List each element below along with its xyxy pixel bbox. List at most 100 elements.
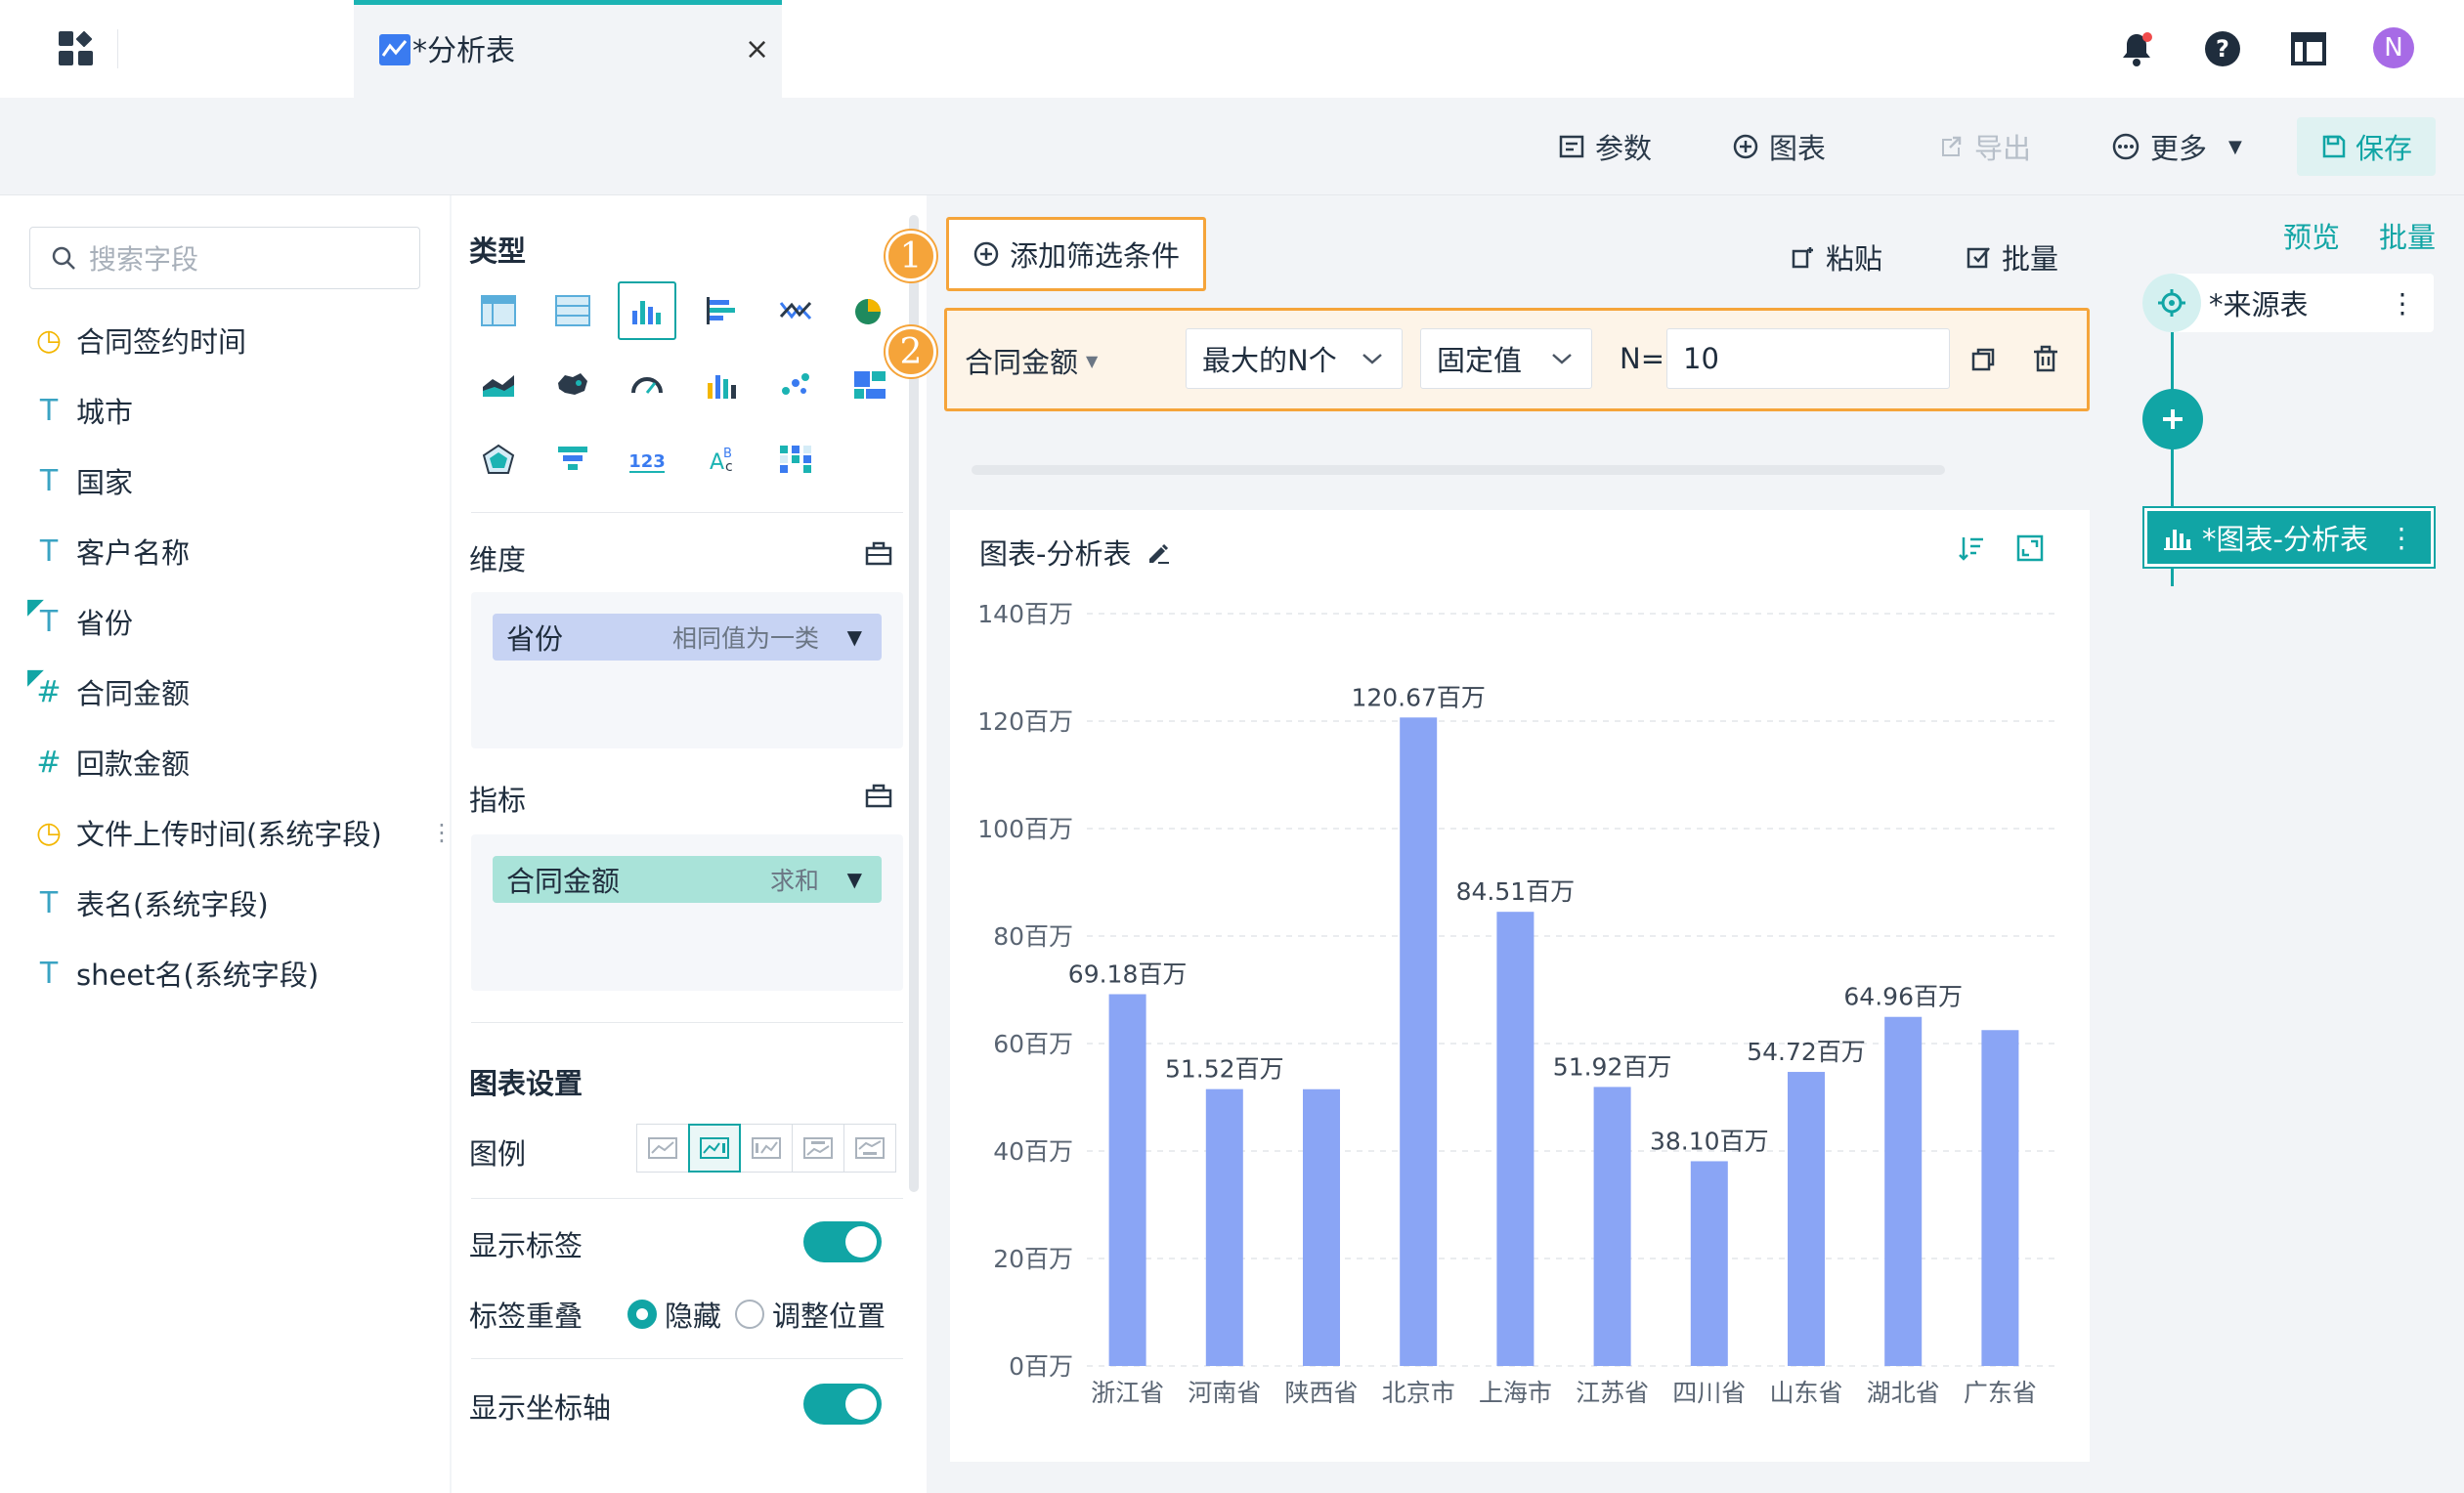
field-label: 合同金额: [76, 677, 191, 710]
word-cloud-icon[interactable]: ABc: [692, 430, 751, 489]
metric-dropzone[interactable]: 合同金额 求和 ▼: [471, 834, 903, 991]
heatmap-icon[interactable]: [766, 430, 825, 489]
plus-circle-icon: [1733, 134, 1758, 159]
divider: [471, 1358, 903, 1359]
edited-text-type-icon: T ◤: [27, 594, 59, 639]
data-label: 51.52百万: [1165, 1055, 1284, 1084]
svg-text:c: c: [725, 459, 733, 475]
legend-right-option[interactable]: [688, 1124, 741, 1173]
filter-mode-select[interactable]: 最大的N个: [1186, 328, 1403, 389]
data-label: 64.96百万: [1843, 983, 1963, 1011]
step-badge-1-text: 1: [899, 235, 923, 277]
paste-button[interactable]: 粘贴: [1789, 236, 1882, 277]
show-axis-toggle[interactable]: [803, 1384, 882, 1425]
layout-icon[interactable]: [2289, 29, 2328, 68]
search-input[interactable]: 搜索字段: [29, 227, 420, 289]
more-button[interactable]: 更多 ▼: [2111, 127, 2242, 166]
legend-bottom-option[interactable]: [843, 1124, 896, 1173]
combo-chart-icon[interactable]: [692, 356, 751, 414]
n-value-input[interactable]: 10: [1666, 328, 1950, 389]
toolbox-icon[interactable]: [864, 539, 893, 567]
gauge-icon[interactable]: [618, 356, 676, 414]
field-item[interactable]: T ◤ 省份: [27, 594, 133, 643]
metric-pill[interactable]: 合同金额 求和 ▼: [493, 856, 882, 903]
add-chart-button[interactable]: 图表: [1732, 127, 1826, 166]
chart-node[interactable]: *图表-分析表 ⋮: [2144, 508, 2434, 567]
show-label-toggle[interactable]: [803, 1221, 882, 1262]
legend-top-option[interactable]: [792, 1124, 844, 1173]
y-tick-label: 0百万: [1009, 1352, 1073, 1381]
legend-left-option[interactable]: [740, 1124, 793, 1173]
field-item[interactable]: T sheet名(系统字段): [35, 952, 319, 995]
caret-down-icon[interactable]: ▼: [847, 868, 862, 891]
radio-hide[interactable]: 隐藏: [627, 1294, 721, 1335]
more-vertical-icon[interactable]: ⋮: [2389, 287, 2416, 320]
field-item[interactable]: ◷ 合同签约时间: [35, 319, 246, 362]
pie-chart-icon[interactable]: [841, 281, 899, 340]
edited-number-type-icon: # ◤: [27, 664, 62, 709]
divider: [117, 29, 118, 68]
toolbox-icon[interactable]: [864, 782, 893, 809]
save-button[interactable]: 保存: [2297, 117, 2436, 176]
radio-adjust[interactable]: 调整位置: [735, 1294, 886, 1335]
radar-icon[interactable]: [469, 430, 528, 489]
kpi-number-icon[interactable]: 123: [618, 430, 676, 489]
horizontal-scrollbar[interactable]: [972, 465, 1945, 475]
export-button[interactable]: 导出: [1937, 127, 2031, 166]
legend-none-option[interactable]: [636, 1124, 689, 1173]
bell-icon[interactable]: [2117, 29, 2156, 68]
data-label: 38.10百万: [1650, 1127, 1769, 1155]
area-chart-icon[interactable]: [469, 356, 528, 414]
batch-link[interactable]: 批量: [2379, 215, 2436, 256]
field-item[interactable]: T 国家: [35, 459, 133, 502]
avatar-letter: N: [2384, 33, 2403, 63]
field-item[interactable]: T 城市: [35, 389, 133, 432]
table-icon[interactable]: [469, 281, 528, 340]
avatar[interactable]: N: [2373, 27, 2414, 68]
number-type-icon: #: [36, 745, 62, 780]
tab-analysis[interactable]: *分析表 ×: [354, 0, 782, 98]
add-filter-button[interactable]: 添加筛选条件: [946, 217, 1206, 291]
radio-hide-dot: [627, 1300, 657, 1329]
more-vertical-icon[interactable]: ⋮: [2388, 522, 2415, 554]
radio-adjust-label: 调整位置: [772, 1300, 886, 1333]
label-overlap-label: 标签重叠: [469, 1300, 584, 1333]
bar-chart-icon[interactable]: [618, 281, 676, 340]
x-tick-label: 陕西省: [1284, 1379, 1358, 1407]
close-icon[interactable]: ×: [745, 32, 769, 66]
field-item[interactable]: # 回款金额: [35, 741, 190, 784]
save-icon: [2322, 135, 2346, 158]
batch-filter-button[interactable]: 批量: [1965, 236, 2058, 277]
preview-link[interactable]: 预览: [2283, 215, 2340, 256]
metric-sub: 求和: [769, 867, 819, 895]
source-node[interactable]: *来源表 ⋮: [2142, 274, 2434, 332]
map-icon[interactable]: [543, 356, 602, 414]
copy-icon[interactable]: [1967, 344, 1999, 375]
field-item[interactable]: # ◤ 合同金额: [27, 664, 191, 713]
line-chart-type-icon[interactable]: [766, 281, 825, 340]
field-item[interactable]: ◷ 文件上传时间(系统字段): [35, 811, 382, 854]
export-icon: [1942, 136, 1962, 156]
params-button[interactable]: 参数: [1558, 127, 1652, 166]
funnel-icon[interactable]: [543, 430, 602, 489]
field-item[interactable]: T 客户名称: [35, 530, 190, 573]
caret-down-icon[interactable]: ▼: [847, 625, 862, 649]
source-node-label: *来源表: [2209, 288, 2309, 321]
y-tick-label: 80百万: [993, 922, 1073, 951]
dimension-pill[interactable]: 省份 相同值为一类 ▼: [493, 614, 882, 661]
filter-field-select[interactable]: 合同金额 ▼: [965, 340, 1098, 381]
filter-value-type: 固定值: [1437, 344, 1523, 377]
data-label: 54.72百万: [1747, 1038, 1866, 1066]
add-node-button[interactable]: [2142, 389, 2203, 449]
help-icon[interactable]: ?: [2203, 29, 2242, 68]
cross-table-icon[interactable]: [543, 281, 602, 340]
dimension-dropzone[interactable]: 省份 相同值为一类 ▼: [471, 592, 903, 748]
apps-icon[interactable]: [57, 29, 96, 68]
field-item[interactable]: T 表名(系统字段): [35, 881, 269, 924]
delete-icon[interactable]: [2030, 344, 2061, 375]
horizontal-bar-icon[interactable]: [692, 281, 751, 340]
panel-resize-handle[interactable]: ⋮: [430, 821, 454, 843]
bar-chart: 0百万 20百万 40百万 60百万 80百万 100百万 120百万 140百万浙江省 69.…: [977, 600, 2056, 1407]
filter-value-type-select[interactable]: 固定值: [1420, 328, 1592, 389]
scatter-icon[interactable]: [766, 356, 825, 414]
